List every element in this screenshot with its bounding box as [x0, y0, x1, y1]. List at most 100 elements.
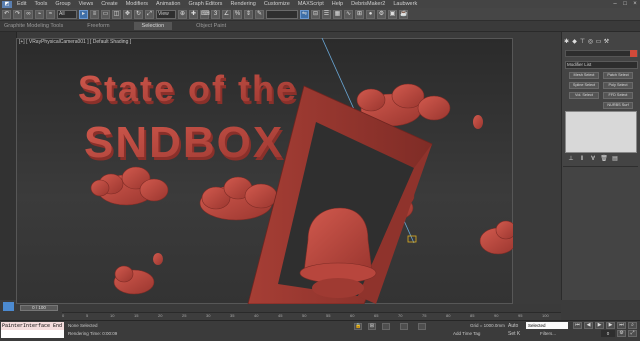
maximize-icon[interactable]: □ — [620, 1, 630, 7]
menu-create[interactable]: Create — [101, 1, 118, 7]
absolute-mode-icon[interactable]: ⊞ — [368, 323, 376, 330]
link-icon[interactable]: ∞ — [24, 9, 33, 19]
x-coord-field[interactable] — [382, 323, 390, 330]
modifier-stack-view[interactable] — [565, 111, 637, 153]
rendered-frame-icon[interactable]: ▣ — [388, 9, 397, 19]
key-filters-button[interactable]: Filters... — [540, 331, 556, 336]
tab-selection[interactable]: Selection — [133, 22, 173, 30]
maximize-viewport-icon[interactable]: ⤢ — [628, 330, 637, 337]
window-crossing-icon[interactable]: ◫ — [112, 9, 121, 19]
select-by-name-icon[interactable]: ≡ — [90, 9, 99, 19]
menu-edit[interactable]: Edit — [17, 1, 26, 7]
percent-snap-icon[interactable]: % — [233, 9, 242, 19]
scale-icon[interactable]: ⤢ — [145, 9, 154, 19]
menu-customize[interactable]: Customize — [264, 1, 290, 7]
utilities-tab-icon[interactable]: ⚒ — [603, 39, 610, 46]
mirror-icon[interactable]: ⇋ — [300, 9, 309, 19]
rect-select-icon[interactable]: ▭ — [101, 9, 110, 19]
tab-object-paint[interactable]: Object Paint — [196, 23, 226, 29]
menu-modifiers[interactable]: Modifiers — [126, 1, 148, 7]
menu-laubwerk[interactable]: Laubwerk — [393, 1, 417, 7]
move-icon[interactable]: ✥ — [123, 9, 132, 19]
menu-maxscript[interactable]: MAXScript — [298, 1, 324, 7]
go-to-end-icon[interactable]: ⏭ — [617, 322, 626, 329]
nurbs-surf-select-button[interactable]: NURBS Surf — [603, 102, 633, 109]
lock-selection-icon[interactable]: 🔒 — [354, 323, 362, 330]
app-logo-icon[interactable]: ◩ — [2, 0, 12, 8]
add-time-tag[interactable]: Add Time Tag — [453, 331, 480, 336]
reference-coord-dropdown[interactable]: View — [156, 9, 176, 19]
tab-freeform[interactable]: Freeform — [87, 23, 109, 29]
time-slider[interactable]: 0 / 100 — [16, 304, 561, 312]
menu-rendering[interactable]: Rendering — [230, 1, 255, 7]
create-tab-icon[interactable]: ✱ — [563, 39, 570, 46]
previous-frame-icon[interactable]: ◀ — [584, 322, 593, 329]
select-object-icon[interactable]: ▸ — [79, 9, 88, 19]
next-frame-icon[interactable]: ▶ — [606, 322, 615, 329]
patch-select-button[interactable]: Patch Select — [603, 72, 633, 79]
snap-toggle-icon[interactable]: 3 — [211, 9, 220, 19]
mini-curve-editor-icon[interactable] — [3, 302, 14, 311]
modify-tab-icon[interactable]: ◆ — [571, 39, 578, 46]
schematic-view-icon[interactable]: ⊞ — [355, 9, 364, 19]
motion-tab-icon[interactable]: ◎ — [587, 39, 594, 46]
play-icon[interactable]: ▶ — [595, 322, 604, 329]
pin-stack-icon[interactable]: ⊥ — [567, 156, 575, 163]
named-selection-dropdown[interactable] — [266, 9, 298, 19]
angle-snap-icon[interactable]: ∠ — [222, 9, 231, 19]
zoom-icon[interactable]: ⌕ — [628, 322, 637, 329]
menu-help[interactable]: Help — [332, 1, 343, 7]
hierarchy-tab-icon[interactable]: ⊤ — [579, 39, 586, 46]
keyboard-shortcut-icon[interactable]: ⌨ — [200, 9, 210, 19]
selection-filter-dropdown[interactable]: All — [57, 9, 77, 19]
object-name-field[interactable] — [565, 50, 638, 57]
unlink-icon[interactable]: ⌁ — [35, 9, 44, 19]
minimize-icon[interactable]: – — [610, 1, 620, 7]
time-configuration-icon[interactable]: ⚙ — [617, 330, 626, 337]
graphite-toggle-icon[interactable]: ▦ — [333, 9, 342, 19]
spinner-snap-icon[interactable]: ⇕ — [244, 9, 253, 19]
mesh-select-button[interactable]: Mesh Select — [569, 72, 599, 79]
viewport-scene[interactable]: State of the State of the SNDBOX SNDBOX — [16, 38, 513, 304]
close-icon[interactable]: × — [630, 1, 640, 7]
align-icon[interactable]: ⊟ — [311, 9, 320, 19]
menu-tools[interactable]: Tools — [34, 1, 47, 7]
poly-select-button[interactable]: Poly Select — [603, 82, 633, 89]
show-end-result-icon[interactable]: ‖ — [578, 156, 586, 163]
menu-animation[interactable]: Animation — [156, 1, 180, 7]
menu-graph-editors[interactable]: Graph Editors — [189, 1, 223, 7]
undo-icon[interactable]: ↶ — [2, 9, 11, 19]
redo-icon[interactable]: ↷ — [13, 9, 22, 19]
set-key-button[interactable]: Set K — [508, 331, 520, 337]
render-setup-icon[interactable]: ⚙ — [377, 9, 386, 19]
bind-spacewarp-icon[interactable]: ≈ — [46, 9, 55, 19]
material-editor-icon[interactable]: ● — [366, 9, 375, 19]
menu-views[interactable]: Views — [79, 1, 94, 7]
render-icon[interactable]: ☕ — [399, 9, 408, 19]
configure-modifier-sets-icon[interactable]: ▤ — [611, 156, 619, 163]
z-coord-field[interactable] — [418, 323, 426, 330]
display-tab-icon[interactable]: ▭ — [595, 39, 602, 46]
auto-key-button[interactable]: Auto — [508, 323, 518, 329]
manipulate-icon[interactable]: ✚ — [189, 9, 198, 19]
rotate-icon[interactable]: ↻ — [134, 9, 143, 19]
spline-select-button[interactable]: Spline Select — [569, 82, 599, 89]
key-filter-dropdown[interactable]: Selected — [526, 322, 568, 329]
maxscript-listener-output[interactable]: PainterInterface End — [1, 322, 64, 330]
remove-modifier-icon[interactable]: 🗑 — [600, 156, 608, 163]
menu-debrismaker[interactable]: DebrisMaker2 — [351, 1, 385, 7]
make-unique-icon[interactable]: ∀ — [589, 156, 597, 163]
edit-named-sets-icon[interactable]: ✎ — [255, 9, 264, 19]
viewport-label[interactable]: [+] [ VRayPhysicalCamera001 ] [ Default … — [19, 39, 131, 45]
vol-select-button[interactable]: Vol. Select — [569, 92, 599, 99]
object-color-swatch[interactable] — [630, 50, 637, 57]
ffd-select-button[interactable]: FFD Select — [603, 92, 633, 99]
tab-graphite-modeling[interactable]: Graphite Modeling Tools — [4, 23, 63, 29]
current-frame-field[interactable]: 0 — [601, 330, 615, 337]
menu-group[interactable]: Group — [55, 1, 70, 7]
curve-editor-icon[interactable]: ∿ — [344, 9, 353, 19]
go-to-start-icon[interactable]: ⏮ — [573, 322, 582, 329]
modifier-list-dropdown[interactable]: Modifier List — [565, 61, 638, 69]
maxscript-listener-input[interactable] — [1, 330, 64, 338]
layer-manager-icon[interactable]: ☰ — [322, 9, 331, 19]
